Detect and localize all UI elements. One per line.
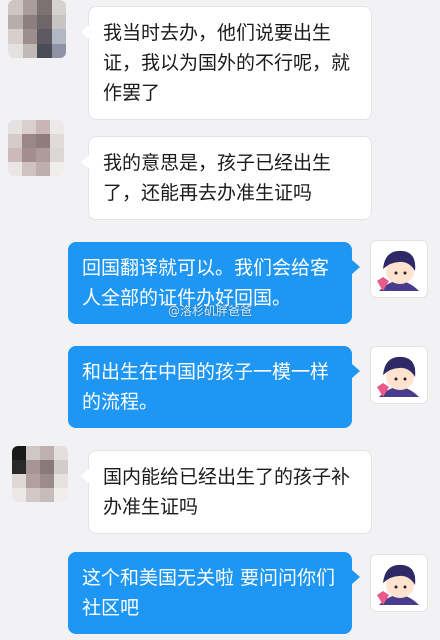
incoming-message-bubble[interactable]: 我当时去办，他们说要出生证，我以为国外的不行呢，就作罢了 xyxy=(81,6,372,120)
outgoing-message-bubble[interactable]: 这个和美国无关啦 要问问你们社区吧 xyxy=(68,552,360,634)
cartoon-boy-icon xyxy=(377,250,419,291)
contact-avatar[interactable] xyxy=(12,446,68,502)
contact-avatar[interactable] xyxy=(8,0,66,58)
self-avatar[interactable] xyxy=(370,240,428,298)
cartoon-boy-icon xyxy=(377,564,419,605)
cartoon-boy-icon xyxy=(377,356,419,397)
outgoing-message-bubble[interactable]: 和出生在中国的孩子一模一样的流程。 xyxy=(68,346,360,428)
incoming-message-bubble[interactable]: 我的意思是，孩子已经出生了，还能再去办准生证吗 xyxy=(81,136,372,220)
self-avatar[interactable] xyxy=(370,346,428,404)
contact-avatar[interactable] xyxy=(8,120,64,176)
watermark: @洛杉矶胖爸爸 xyxy=(168,304,253,318)
incoming-message-bubble[interactable]: 国内能给已经出生了的孩子补办准生证吗 xyxy=(81,450,372,534)
self-avatar[interactable] xyxy=(370,554,428,612)
